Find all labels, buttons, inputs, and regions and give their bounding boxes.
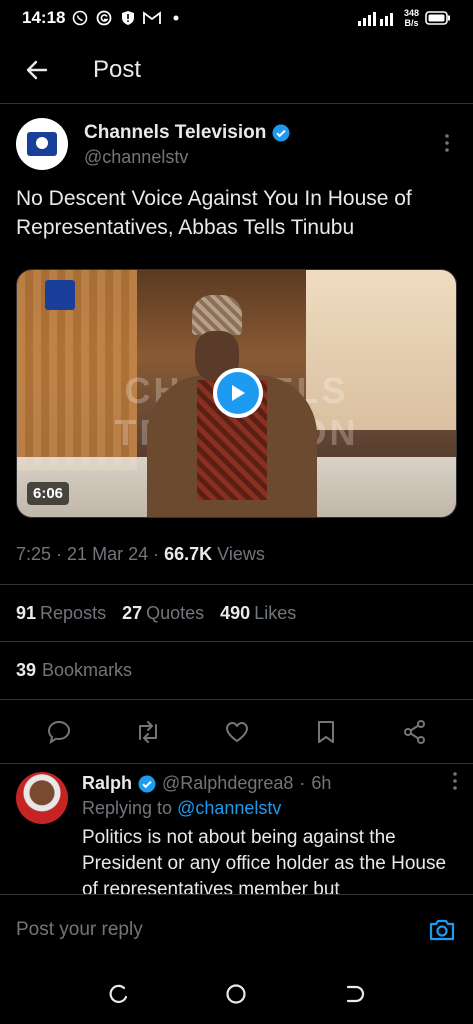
- camera-button[interactable]: [427, 915, 457, 945]
- bookmark-icon: [317, 720, 334, 743]
- reply-composer: [0, 894, 473, 964]
- video-duration: 6:06: [27, 482, 70, 505]
- status-time: 14:18: [22, 8, 66, 27]
- verified-badge-icon: [138, 775, 156, 792]
- reply-age: 6h: [311, 773, 332, 793]
- reposts-stat[interactable]: 91 Reposts: [16, 603, 106, 624]
- reply-author-name[interactable]: Ralph: [82, 773, 132, 794]
- back-nav-button[interactable]: [334, 974, 374, 1014]
- bookmark-button[interactable]: [306, 712, 346, 752]
- share-icon: [403, 719, 425, 744]
- video-thumbnail[interactable]: CHANNELS TELEVISION 6:06: [16, 269, 457, 518]
- views-label: Views: [217, 544, 265, 564]
- recents-button[interactable]: [99, 974, 139, 1014]
- author-handle[interactable]: @channelstv: [84, 147, 290, 168]
- more-vertical-icon: [453, 772, 457, 790]
- repost-icon: [138, 720, 157, 743]
- back-nav-icon: [347, 985, 365, 1003]
- page-title: Post: [93, 55, 142, 83]
- battery-icon: [425, 11, 450, 25]
- replying-to: Replying to @channelstv: [82, 798, 282, 818]
- tweet-actions: [0, 700, 473, 764]
- shield-alert-icon: [119, 9, 137, 27]
- reply-author-handle[interactable]: @Ralphdegrea8: [162, 773, 293, 794]
- like-button[interactable]: [217, 712, 257, 752]
- avatar[interactable]: [16, 118, 68, 170]
- tweet-time: 7:25: [16, 544, 52, 564]
- system-nav-bar: [0, 964, 473, 1024]
- repost-button[interactable]: [128, 712, 168, 752]
- channels-logo: [27, 132, 57, 156]
- quotes-stat[interactable]: 27 Quotes: [122, 603, 204, 624]
- views-count: 66.7K: [164, 544, 213, 564]
- reply-item[interactable]: Ralph @Ralphdegrea8 · 6h Replying to @ch…: [16, 772, 457, 894]
- dot-icon: [167, 9, 185, 27]
- back-button[interactable]: [17, 50, 57, 90]
- reply-button[interactable]: [39, 712, 79, 752]
- gmail-icon: [143, 9, 162, 27]
- whatsapp-icon: [71, 9, 89, 27]
- net-speed: 348 B/s: [403, 8, 419, 28]
- reply-text: Politics is not about being against the …: [82, 827, 447, 894]
- more-vertical-icon: [445, 134, 449, 152]
- home-circle-icon: [226, 984, 247, 1004]
- recents-icon: [109, 984, 127, 1004]
- top-bar: Post: [0, 36, 473, 104]
- likes-stat[interactable]: 490 Likes: [220, 603, 296, 624]
- comment-icon: [47, 720, 70, 744]
- share-button[interactable]: [395, 712, 435, 752]
- reply-more-button[interactable]: [453, 772, 457, 795]
- author-name[interactable]: Channels Television: [84, 122, 266, 144]
- heart-icon: [225, 721, 248, 742]
- g-app-icon: [95, 9, 113, 27]
- engagement-stats: 91 Reposts 27 Quotes 490 Likes: [0, 584, 473, 642]
- play-button[interactable]: [213, 368, 263, 418]
- verified-badge-icon: [272, 124, 290, 142]
- arrow-left-icon: [26, 60, 48, 79]
- channels-watermark-logo: [45, 280, 75, 310]
- play-icon: [232, 385, 245, 401]
- tweet-text: No Descent Voice Against You In House of…: [16, 187, 412, 239]
- reply-avatar[interactable]: [16, 772, 68, 824]
- bookmarks-stat[interactable]: 39 Bookmarks: [0, 642, 473, 700]
- home-button[interactable]: [216, 974, 256, 1014]
- tweet-meta: 7:25 · 21 Mar 24 · 66.7K Views: [16, 544, 265, 564]
- signal-icon: [357, 12, 393, 26]
- more-options-button[interactable]: [437, 128, 457, 158]
- camera-icon: [429, 919, 455, 940]
- replying-to-link[interactable]: @channelstv: [177, 798, 281, 818]
- reply-input[interactable]: [16, 918, 427, 941]
- status-bar: 14:18 348 B/s: [0, 0, 473, 36]
- tweet-header: Channels Television @channelstv: [16, 118, 457, 178]
- tweet-date: 21 Mar 24: [67, 544, 149, 564]
